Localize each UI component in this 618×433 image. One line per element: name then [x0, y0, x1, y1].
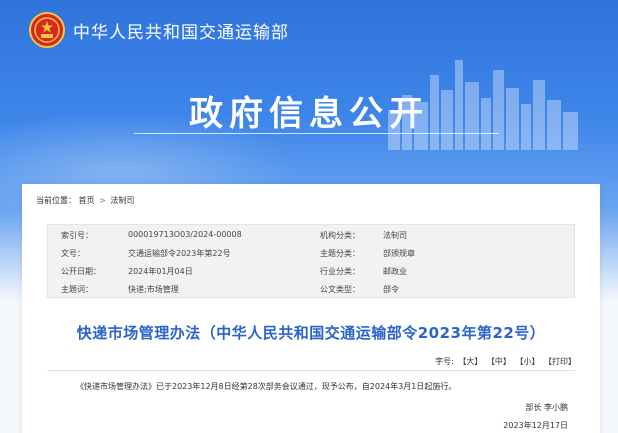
info-row: 文号： 交通运输部令2023年第22号 主题分类： 部颁规章: [48, 243, 576, 261]
info-label: 主题分类：: [320, 249, 360, 258]
info-row: 公开日期： 2024年01月04日 行业分类： 邮政业: [48, 261, 576, 279]
info-value: 邮政业: [383, 267, 407, 276]
info-label: 文号：: [61, 249, 85, 258]
font-small-button[interactable]: 【小】: [515, 357, 539, 366]
breadcrumb-separator: >: [99, 196, 106, 205]
document-info-table: 索引号： 000019713O03/2024-00008 机构分类： 法制司 文…: [47, 224, 575, 298]
national-emblem-icon[interactable]: [29, 12, 65, 48]
title-underline: [134, 133, 499, 134]
document-sign-date: 2023年12月17日: [503, 421, 568, 430]
content-panel: 当前位置： 首页 > 法制司 索引号： 000019713O03/2024-00…: [22, 184, 600, 433]
document-signer: 部长 李小鹏: [525, 403, 568, 412]
document-title: 快递市场管理办法（中华人民共和国交通运输部令2023年第22号）: [76, 324, 546, 342]
info-value: 部颁规章: [383, 249, 415, 258]
document-body: 《快递市场管理办法》已于2023年12月8日经第28次部务会议通过，现予公布，自…: [76, 382, 457, 391]
breadcrumb-legal-dept-link[interactable]: 法制司: [110, 196, 134, 205]
info-value: 2024年01月04日: [128, 267, 193, 276]
breadcrumb-label: 当前位置：: [36, 196, 76, 205]
info-row: 主题词： 快递;市场管理 公文类型： 部令: [48, 279, 576, 297]
info-row: 索引号： 000019713O03/2024-00008 机构分类： 法制司: [48, 225, 576, 243]
info-value: 000019713O03/2024-00008: [128, 230, 242, 239]
info-value: 快递;市场管理: [128, 285, 179, 294]
font-size-label: 字号:: [435, 357, 454, 366]
info-value: 交通运输部令2023年第22号: [128, 249, 231, 258]
info-label: 主题词：: [61, 285, 93, 294]
font-medium-button[interactable]: 【中】: [487, 357, 511, 366]
info-value: 部令: [383, 285, 399, 294]
section-title: 政府信息公开: [189, 94, 429, 134]
font-size-controls: 字号: 【大】 【中】 【小】 【打印】: [435, 356, 576, 367]
info-label: 行业分类：: [320, 267, 360, 276]
font-large-button[interactable]: 【大】: [458, 357, 482, 366]
info-label: 公文类型：: [320, 285, 360, 294]
info-label: 索引号：: [61, 231, 93, 240]
print-button[interactable]: 【打印】: [544, 357, 576, 366]
info-label: 公开日期：: [61, 267, 101, 276]
info-label: 机构分类：: [320, 231, 360, 240]
content-divider: [47, 370, 575, 371]
breadcrumb: 当前位置： 首页 > 法制司: [36, 195, 134, 206]
info-value: 法制司: [383, 231, 407, 240]
ministry-name[interactable]: 中华人民共和国交通运输部: [73, 18, 289, 43]
breadcrumb-home-link[interactable]: 首页: [79, 196, 95, 205]
